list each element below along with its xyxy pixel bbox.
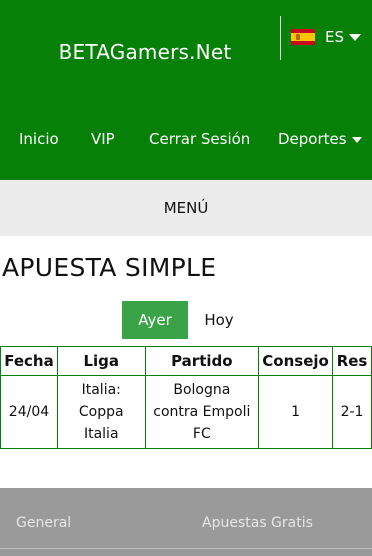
nav-item-vip[interactable]: VIP: [91, 130, 115, 148]
chevron-down-icon: [351, 136, 362, 143]
menu-label: MENÚ: [163, 199, 209, 217]
site-header: BETAGamers.Net ES Inicio VIP Cerrar Sesi…: [0, 0, 372, 180]
nav-item-cerrar-sesion[interactable]: Cerrar Sesión: [149, 130, 250, 148]
partido-line: FC: [192, 426, 211, 442]
cell-fecha: 24/04: [0, 375, 58, 449]
site-footer: General Apuestas Gratis: [0, 488, 372, 556]
cell-liga: Italia: Coppa Italia: [56, 375, 146, 449]
cell-consejo: 1: [258, 375, 334, 449]
cell-partido: Bologna contra Empoli FC: [144, 375, 260, 449]
table-row: 24/04 Italia: Coppa Italia Bologna contr…: [0, 375, 372, 449]
tips-table: Fecha Liga Partido Consejo Res 24/04 Ita…: [0, 346, 372, 449]
partido-line: contra Empoli: [153, 404, 251, 420]
column-header-liga: Liga: [56, 346, 146, 376]
liga-line: Italia:: [81, 382, 121, 398]
column-header-res: Res: [332, 346, 372, 376]
liga-line: Italia: [83, 426, 119, 442]
cell-res: 2-1: [332, 375, 372, 449]
footer-link-general[interactable]: General: [16, 515, 71, 531]
footer-link-apuestas-gratis[interactable]: Apuestas Gratis: [202, 515, 313, 531]
language-code: ES: [325, 28, 344, 46]
tab-hoy[interactable]: Hoy: [188, 301, 250, 339]
site-title[interactable]: BETAGamers.Net: [0, 40, 290, 64]
tab-ayer[interactable]: Ayer: [122, 301, 188, 339]
nav-item-inicio[interactable]: Inicio: [19, 130, 59, 148]
column-header-partido: Partido: [144, 346, 260, 376]
column-header-consejo: Consejo: [258, 346, 334, 376]
language-selector[interactable]: ES: [291, 27, 361, 47]
partido-line: Bologna: [173, 382, 231, 398]
menu-toggle[interactable]: MENÚ: [0, 180, 372, 236]
footer-divider: [0, 548, 372, 549]
liga-line: Coppa: [78, 404, 124, 420]
chevron-down-icon: [349, 33, 361, 41]
page-title: APUESTA SIMPLE: [2, 253, 217, 282]
table-header-row: Fecha Liga Partido Consejo Res: [0, 346, 372, 376]
column-header-fecha: Fecha: [0, 346, 58, 376]
nav-item-deportes[interactable]: Deportes: [278, 130, 362, 148]
main-nav: Inicio VIP Cerrar Sesión Deportes: [0, 128, 372, 152]
spain-flag-icon: [291, 29, 315, 45]
header-divider: [280, 16, 281, 60]
nav-item-deportes-label: Deportes: [278, 130, 347, 148]
